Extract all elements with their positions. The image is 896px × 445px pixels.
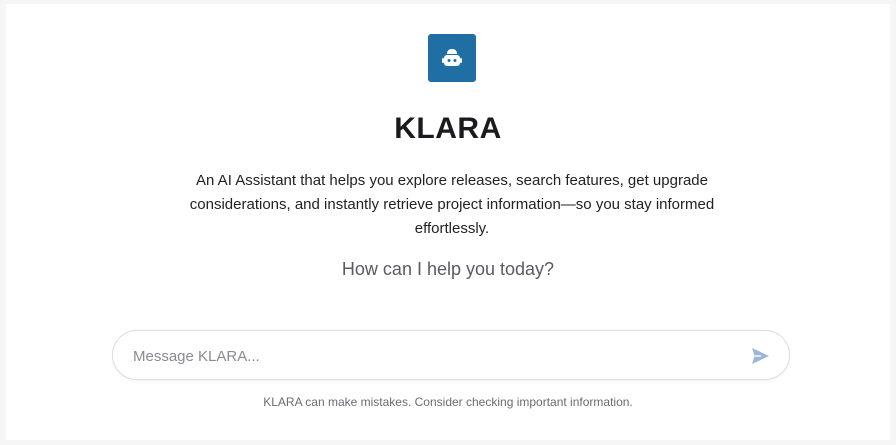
- help-prompt: How can I help you today?: [341, 259, 555, 279]
- message-composer: [112, 330, 790, 381]
- message-input[interactable]: [131, 331, 735, 381]
- send-icon: [752, 348, 769, 364]
- app-title: KLARA: [394, 112, 502, 145]
- app-description: An AI Assistant that helps you explore r…: [189, 172, 715, 237]
- send-button[interactable]: [749, 345, 771, 367]
- klara-logo: [428, 34, 476, 82]
- chat-landing: KLARA An AI Assistant that helps you exp…: [6, 4, 890, 440]
- disclaimer-text: KLARA can make mistakes. Consider checki…: [263, 395, 633, 409]
- robot-icon: [442, 49, 462, 66]
